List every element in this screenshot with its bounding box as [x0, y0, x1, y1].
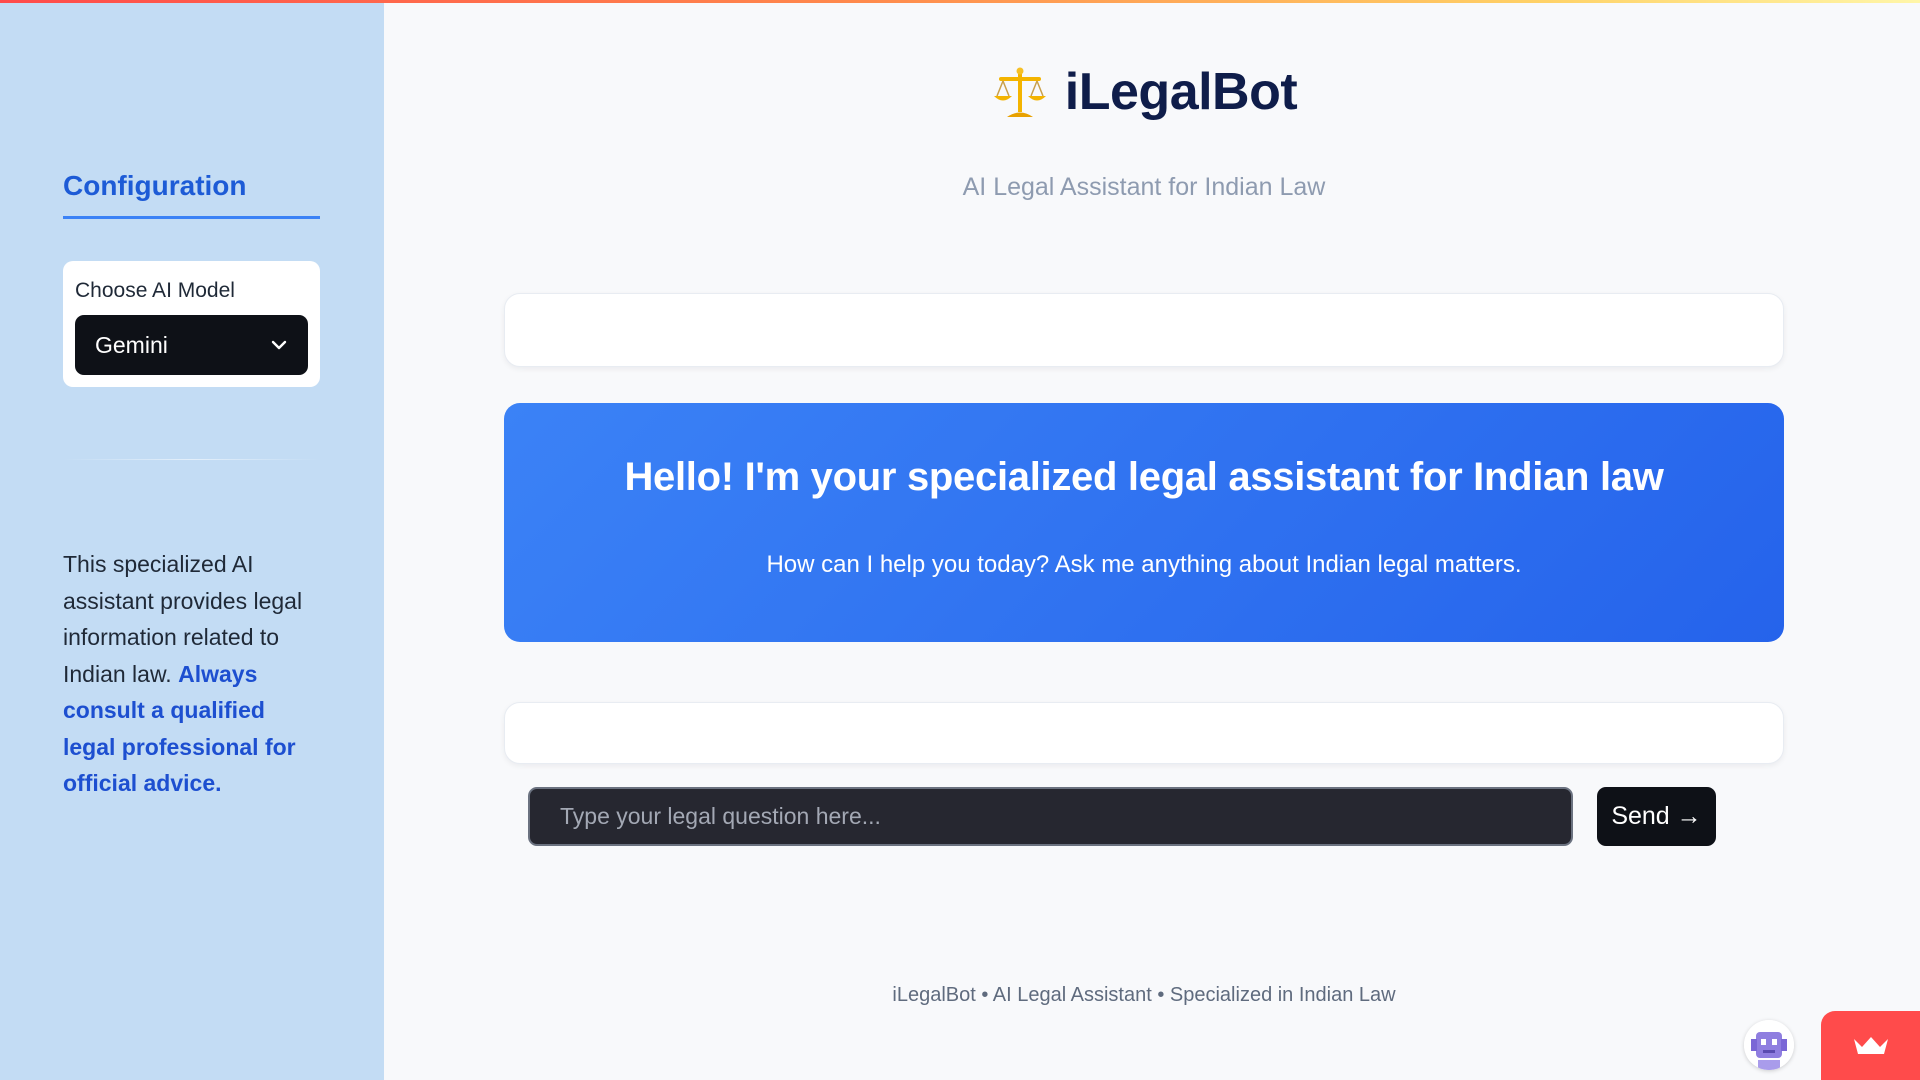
balance-scale-icon: [991, 63, 1049, 121]
send-button[interactable]: Send →: [1597, 787, 1716, 846]
sidebar-divider: [63, 459, 320, 460]
sidebar: Configuration Choose AI Model Gemini Thi…: [0, 0, 384, 1080]
top-container: [504, 293, 1784, 367]
model-select-dropdown[interactable]: Gemini: [75, 315, 308, 375]
app-subtitle: AI Legal Assistant for Indian Law: [962, 173, 1326, 201]
sidebar-heading: Configuration: [63, 170, 320, 219]
welcome-title: Hello! I'm your specialized legal assist…: [624, 455, 1664, 499]
app-header: iLegalBot: [384, 62, 1904, 122]
model-select-card: Choose AI Model Gemini: [63, 261, 320, 387]
model-select-label: Choose AI Model: [75, 279, 235, 302]
crown-icon[interactable]: [1821, 1011, 1920, 1080]
sidebar-info: This specialized AI assistant provides l…: [63, 546, 323, 802]
app-title: iLegalBot: [1064, 63, 1298, 121]
welcome-subtitle: How can I help you today? Ask me anythin…: [766, 551, 1522, 578]
chevron-down-icon: [270, 336, 288, 354]
question-input[interactable]: [528, 787, 1573, 846]
model-select-value: Gemini: [95, 331, 168, 358]
robot-avatar-icon[interactable]: [1744, 1020, 1794, 1070]
welcome-banner: Hello! I'm your specialized legal assist…: [504, 403, 1784, 642]
chat-history-container: [504, 702, 1784, 764]
top-decoration-stripe: [0, 0, 1920, 3]
footer-text: iLegalBot • AI Legal Assistant • Special…: [892, 984, 1396, 1006]
